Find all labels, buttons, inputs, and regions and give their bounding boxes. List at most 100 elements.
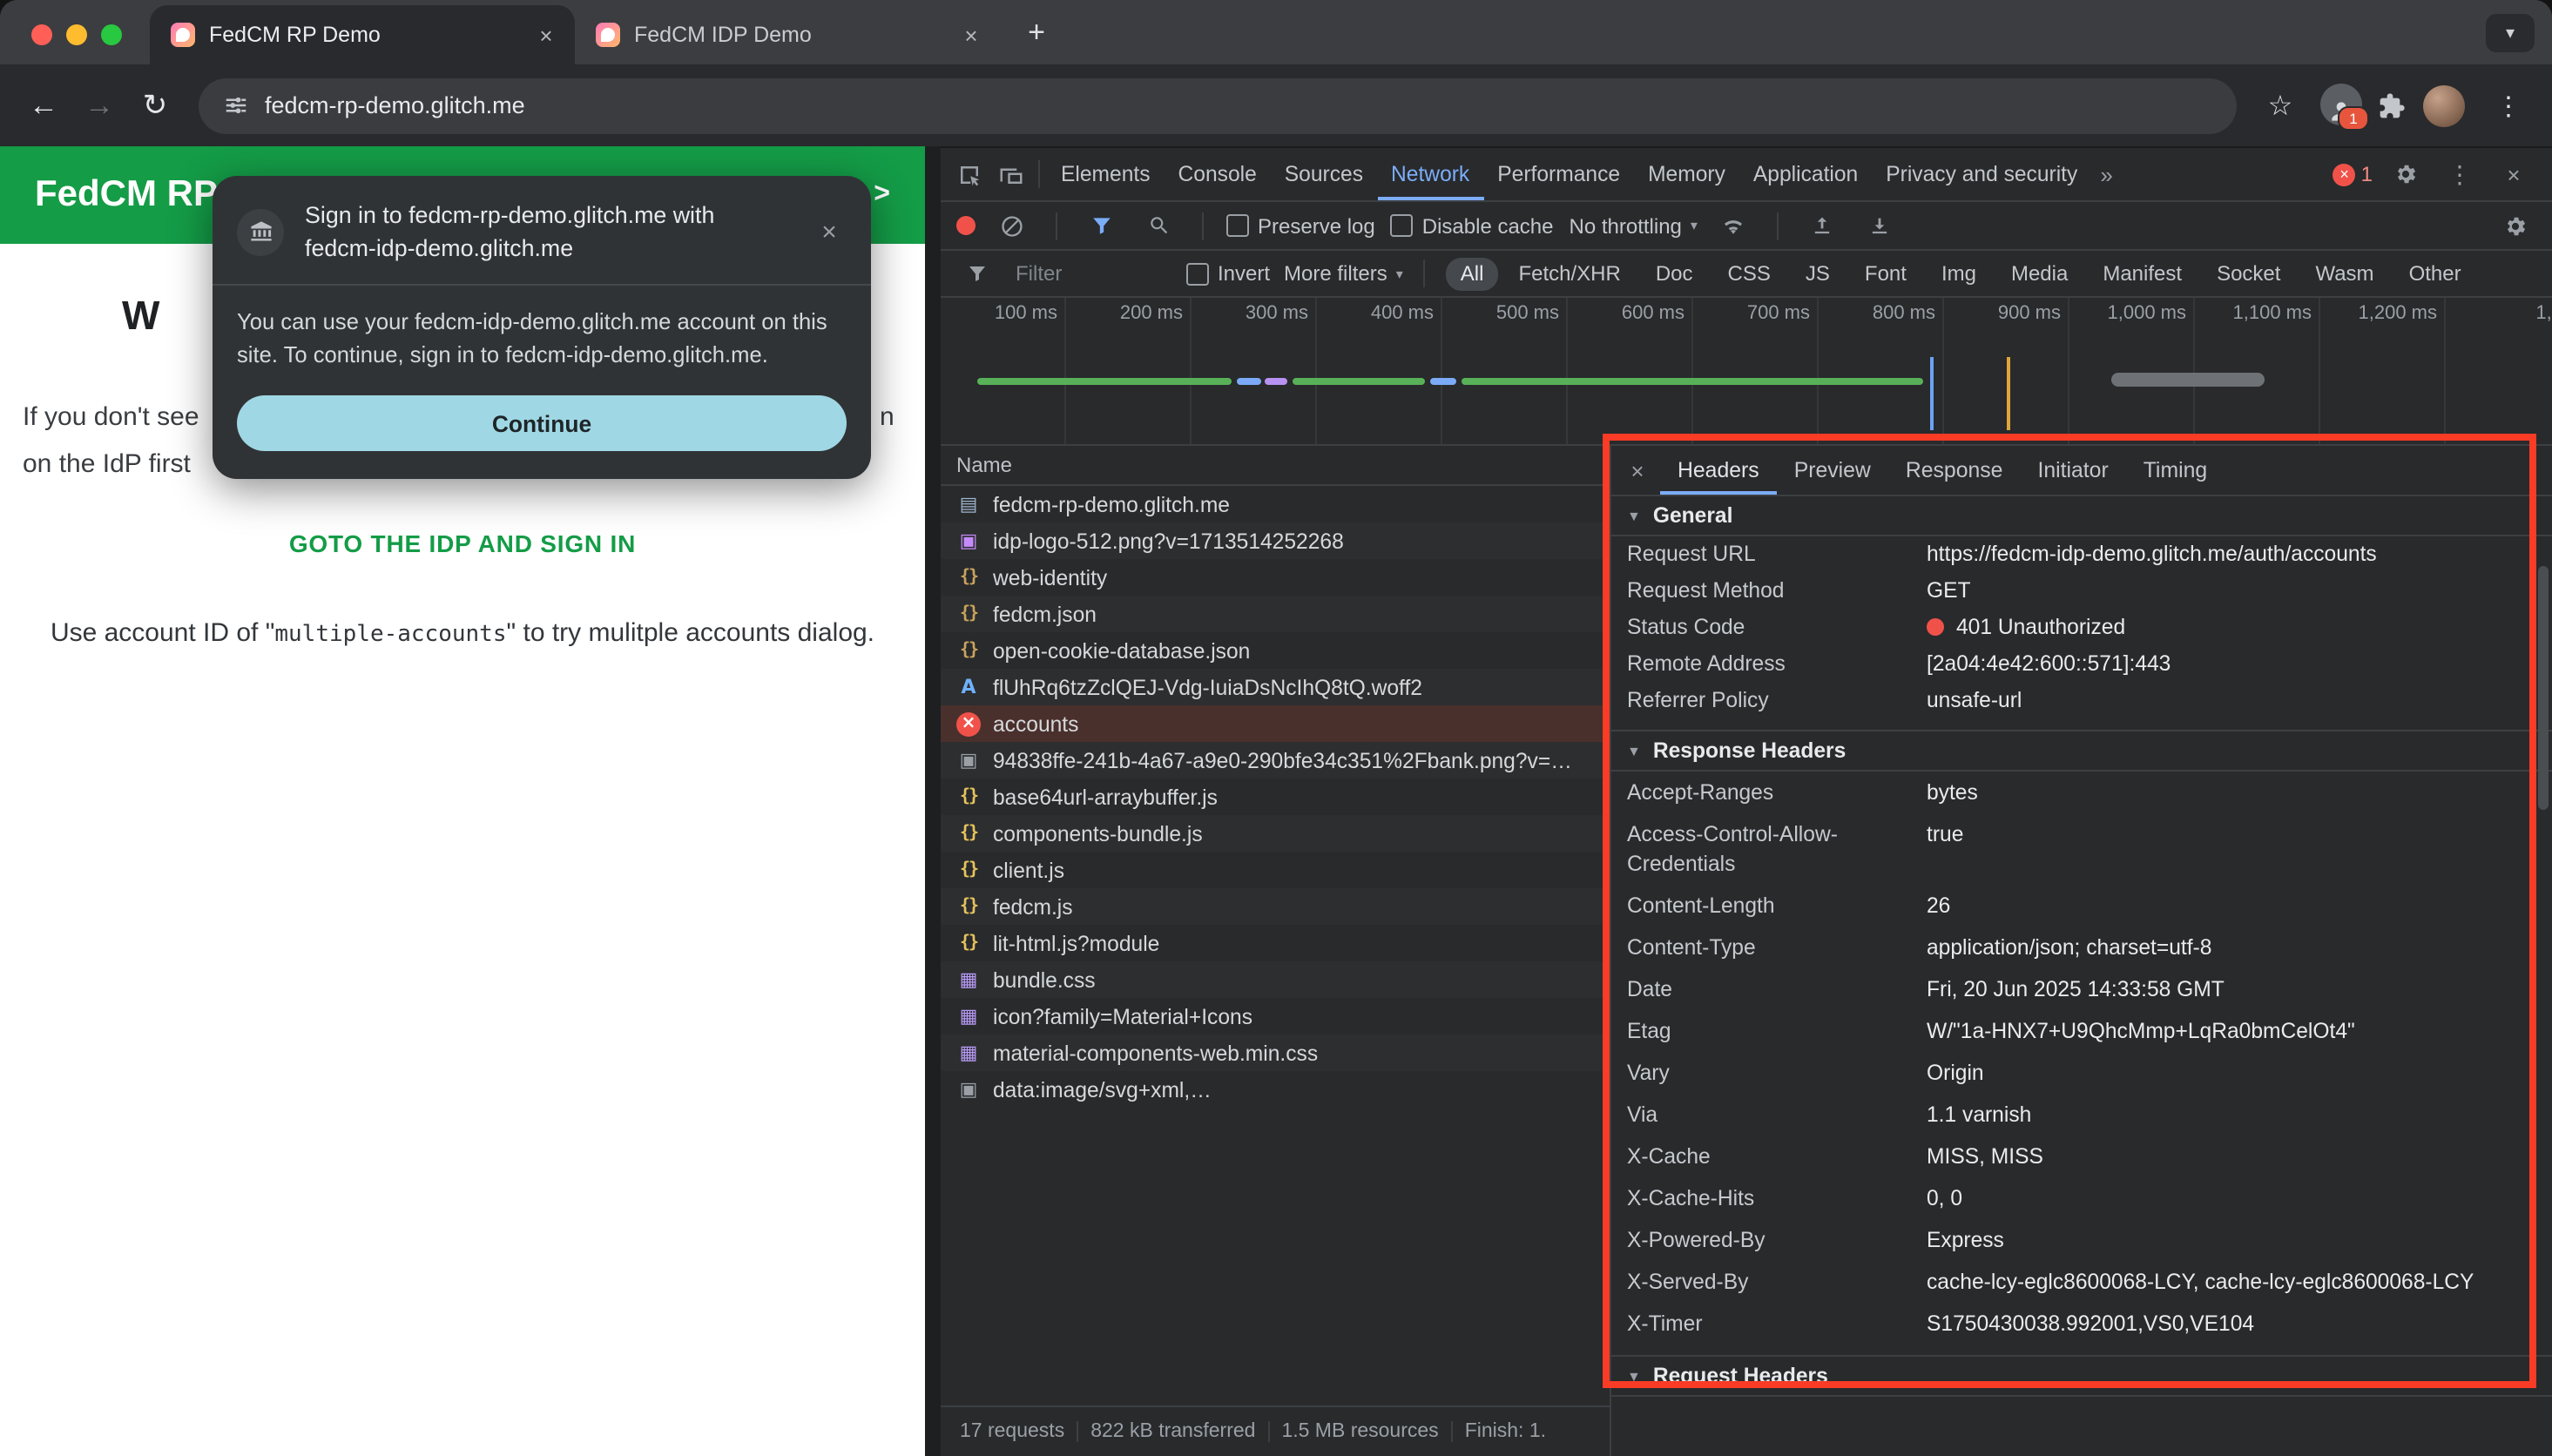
filter-toggle-icon[interactable] <box>1080 205 1122 246</box>
tab-close-icon[interactable]: × <box>531 20 561 50</box>
filter-chip-manifest[interactable]: Manifest <box>2089 257 2196 290</box>
details-tab-timing[interactable]: Timing <box>2126 446 2225 495</box>
request-row-icon-family-material-icons[interactable]: ▦icon?family=Material+Icons <box>941 998 1610 1035</box>
section-response-headers[interactable]: ▼Response Headers <box>1611 730 2552 772</box>
fullscreen-window-button[interactable] <box>101 24 122 44</box>
request-row-client-js[interactable]: {}client.js <box>941 852 1610 888</box>
page-paragraph-line2: on the IdP first <box>23 449 191 479</box>
request-row-lit-html-js-module[interactable]: {}lit-html.js?module <box>941 925 1610 961</box>
account-id-note: Use account ID of "multiple-accounts" to… <box>0 618 925 648</box>
filter-chip-media[interactable]: Media <box>1997 257 2082 290</box>
fedcm-close-icon[interactable]: × <box>812 214 847 249</box>
filter-chip-all[interactable]: All <box>1447 257 1498 290</box>
reload-button[interactable]: ↻ <box>129 79 181 131</box>
devtools-tab-performance[interactable]: Performance <box>1483 148 1634 200</box>
request-row-components-bundle-js[interactable]: {}components-bundle.js <box>941 815 1610 852</box>
devtools-tab-sources[interactable]: Sources <box>1271 148 1377 200</box>
details-tab-initiator[interactable]: Initiator <box>2020 446 2125 495</box>
section-request-headers[interactable]: ▼Request Headers <box>1611 1355 2552 1397</box>
filter-input[interactable] <box>1012 260 1172 287</box>
header-row-etag: EtagW/"1a-HNX7+U9QhcMmp+LqRa0bmCelOt4" <box>1611 1010 2552 1052</box>
filter-chip-other[interactable]: Other <box>2395 257 2475 290</box>
preserve-log-checkbox[interactable]: Preserve log <box>1226 213 1375 238</box>
details-tab-response[interactable]: Response <box>1888 446 2021 495</box>
tab-search-button[interactable]: ▾ <box>2486 14 2535 52</box>
request-row-material-components-web-min-css[interactable]: ▦material-components-web.min.css <box>941 1035 1610 1071</box>
address-bar[interactable]: fedcm-rp-demo.glitch.me <box>199 78 2237 133</box>
devtools-tab-memory[interactable]: Memory <box>1634 148 1739 200</box>
request-row-94838ffe-241b-4a67-a9e0-290bfe34c351-2fb[interactable]: ▣94838ffe-241b-4a67-a9e0-290bfe34c351%2F… <box>941 742 1610 779</box>
devtools-splitter[interactable] <box>925 146 941 1456</box>
browser-menu-icon[interactable]: ⋮ <box>2482 79 2535 131</box>
filter-chip-doc[interactable]: Doc <box>1642 257 1707 290</box>
profile-sync-button[interactable]: 1 <box>2320 84 2364 127</box>
more-filters-dropdown[interactable]: More filters▾ <box>1284 261 1403 286</box>
continue-button[interactable]: Continue <box>237 395 847 451</box>
request-row-fedcm-json[interactable]: {}fedcm.json <box>941 596 1610 632</box>
tab-fedcm-idp-demo[interactable]: FedCM IDP Demo × <box>575 5 1000 64</box>
url-text[interactable]: fedcm-rp-demo.glitch.me <box>265 92 525 118</box>
request-row-web-identity[interactable]: {}web-identity <box>941 559 1610 596</box>
export-har-icon[interactable] <box>1860 205 1901 246</box>
network-overview-timeline[interactable]: 100 ms200 ms300 ms400 ms500 ms600 ms700 … <box>941 298 2552 446</box>
request-row-open-cookie-database-json[interactable]: {}open-cookie-database.json <box>941 632 1610 669</box>
bookmark-star-icon[interactable]: ☆ <box>2254 79 2306 131</box>
search-icon[interactable] <box>1138 205 1179 246</box>
network-conditions-icon[interactable] <box>1713 205 1755 246</box>
filter-chip-js[interactable]: JS <box>1792 257 1844 290</box>
extensions-puzzle-icon[interactable] <box>2378 91 2406 119</box>
devtools-close-icon[interactable]: × <box>2493 153 2535 195</box>
close-details-icon[interactable]: × <box>1615 448 1660 493</box>
back-button[interactable]: ← <box>17 79 70 131</box>
import-har-icon[interactable] <box>1802 205 1844 246</box>
clear-network-log-icon[interactable] <box>991 205 1033 246</box>
record-network-log-button[interactable] <box>956 216 976 235</box>
filter-chip-wasm[interactable]: Wasm <box>2301 257 2387 290</box>
invert-checkbox[interactable]: Invert <box>1186 261 1270 286</box>
close-window-button[interactable] <box>31 24 52 44</box>
scrollbar-thumb[interactable] <box>2538 566 2549 810</box>
filter-chip-css[interactable]: CSS <box>1714 257 1785 290</box>
profile-avatar[interactable] <box>2423 84 2465 126</box>
filter-chip-img[interactable]: Img <box>1928 257 1990 290</box>
devtools-tab-network[interactable]: Network <box>1377 148 1483 200</box>
devtools-tab-console[interactable]: Console <box>1165 148 1271 200</box>
request-row-idp-logo-512-png-v-1713514252268[interactable]: ▣idp-logo-512.png?v=1713514252268 <box>941 522 1610 559</box>
tab-fedcm-rp-demo[interactable]: FedCM RP Demo × <box>150 5 575 64</box>
goto-idp-link[interactable]: GOTO THE IDP AND SIGN IN <box>0 529 925 557</box>
new-tab-button[interactable]: + <box>1014 10 1059 55</box>
network-settings-gear-icon[interactable] <box>2495 205 2536 246</box>
filter-chip-font[interactable]: Font <box>1851 257 1921 290</box>
section-general[interactable]: ▼General <box>1611 496 2552 536</box>
request-row-accounts[interactable]: ×accounts <box>941 705 1610 742</box>
devtools-menu-icon[interactable]: ⋮ <box>2439 153 2481 195</box>
request-row-fedcm-rp-demo-glitch-me[interactable]: ▤fedcm-rp-demo.glitch.me <box>941 486 1610 522</box>
device-toolbar-icon[interactable] <box>989 153 1031 195</box>
request-row-base64url-arraybuffer-js[interactable]: {}base64url-arraybuffer.js <box>941 779 1610 815</box>
header-value: Express <box>1927 1225 2510 1255</box>
name-column-header[interactable]: Name <box>941 446 1610 486</box>
devtools-tab-application[interactable]: Application <box>1739 148 1872 200</box>
header-key: Request Method <box>1627 576 1927 606</box>
request-row-data-image-svg-xml[interactable]: ▣data:image/svg+xml,… <box>941 1071 1610 1108</box>
minimize-window-button[interactable] <box>66 24 87 44</box>
request-row-fluhrq6tzzclqej-vdg-iuiadsncihq8tq-woff2[interactable]: AflUhRq6tzZclQEJ-Vdg-IuiaDsNcIhQ8tQ.woff… <box>941 669 1610 705</box>
filter-chip-socket[interactable]: Socket <box>2203 257 2294 290</box>
details-tab-preview[interactable]: Preview <box>1777 446 1888 495</box>
details-tab-headers[interactable]: Headers <box>1660 446 1777 495</box>
devtools-tab-privacy-and-security[interactable]: Privacy and security <box>1872 148 2091 200</box>
tab-close-icon[interactable]: × <box>956 20 986 50</box>
request-row-bundle-css[interactable]: ▦bundle.css <box>941 961 1610 998</box>
header-row-content-type: Content-Typeapplication/json; charset=ut… <box>1611 927 2552 968</box>
devtools-settings-gear-icon[interactable] <box>2385 153 2427 195</box>
devtools-tab-elements[interactable]: Elements <box>1047 148 1165 200</box>
throttling-dropdown[interactable]: No throttling▾ <box>1570 213 1698 238</box>
request-row-fedcm-js[interactable]: {}fedcm.js <box>941 888 1610 925</box>
site-settings-icon[interactable] <box>223 92 249 118</box>
filter-chip-fetch-xhr[interactable]: Fetch/XHR <box>1504 257 1634 290</box>
inspect-element-icon[interactable] <box>948 153 989 195</box>
disable-cache-checkbox[interactable]: Disable cache <box>1391 213 1554 238</box>
more-panels-icon[interactable]: » <box>2091 161 2121 187</box>
forward-button[interactable]: → <box>73 79 125 131</box>
console-error-badge[interactable]: × 1 <box>2333 162 2373 186</box>
